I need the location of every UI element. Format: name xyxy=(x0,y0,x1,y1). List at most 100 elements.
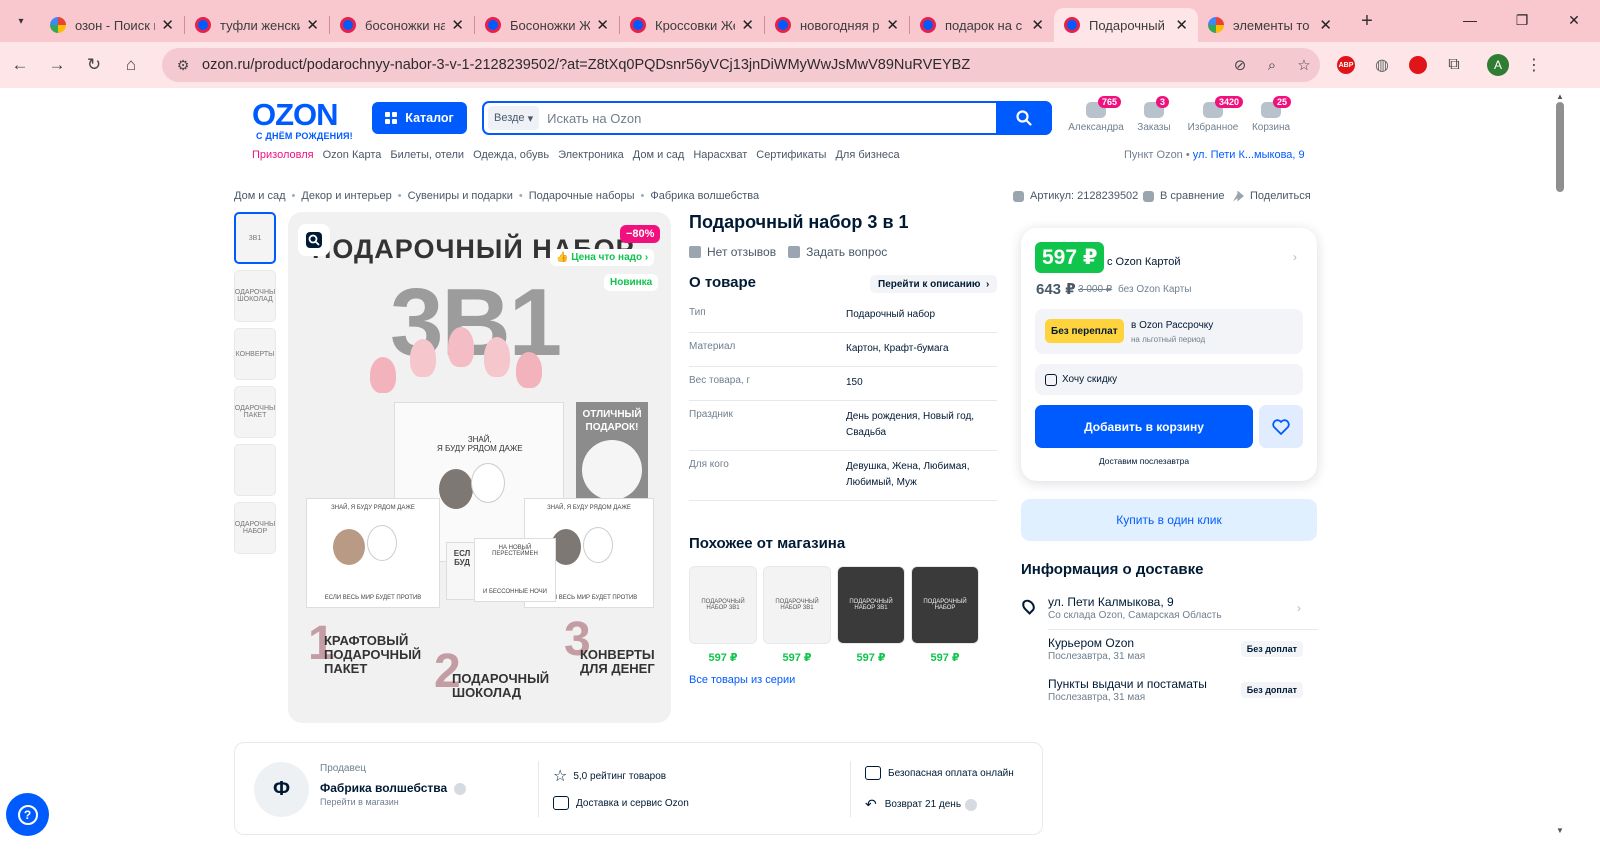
scrollbar-thumb[interactable] xyxy=(1556,102,1564,192)
close-window-icon[interactable]: ✕ xyxy=(1548,0,1600,40)
good-price-badge[interactable]: 👍 Цена что надо › xyxy=(550,249,655,266)
similar-item[interactable]: ПОДАРОЧНЫЙ НАБОР 3В1 597 ₽ xyxy=(689,566,757,664)
image-search-button[interactable] xyxy=(298,224,330,256)
tab-search-icon[interactable]: ▾ xyxy=(8,8,34,34)
search-input[interactable]: Искать на Ozon xyxy=(547,111,996,126)
browser-tab[interactable]: Босоножки Жен ✕ xyxy=(475,8,619,42)
browser-tab[interactable]: туфли женские ✕ xyxy=(185,8,329,42)
header-icon-2[interactable]: 3420 Избранное xyxy=(1183,96,1244,133)
header-icon-1[interactable]: 3 Заказы xyxy=(1124,96,1184,133)
go-to-store-link[interactable]: Перейти в магазин xyxy=(320,797,399,807)
scroll-up-icon[interactable]: ▲ xyxy=(1556,92,1564,101)
restore-icon[interactable]: ❐ xyxy=(1496,0,1548,40)
similar-item-image[interactable]: ПОДАРОЧНЫЙ НАБОР xyxy=(911,566,979,644)
adblock-icon[interactable]: ABP xyxy=(1328,47,1364,83)
browser-tab[interactable]: Кроссовки Жен ✕ xyxy=(620,8,764,42)
ozon-logo[interactable]: OZON С ДНЁМ РОЖДЕНИЯ! xyxy=(252,99,360,141)
gallery-thumbnail[interactable]: ПОДАРОЧНЫЙ НАБОР xyxy=(234,502,276,554)
menu-item[interactable]: Дом и сад xyxy=(633,149,685,161)
close-tab-icon[interactable]: ✕ xyxy=(1175,16,1188,34)
header-icon-0[interactable]: 765 Александра xyxy=(1066,96,1126,133)
similar-item-image[interactable]: ПОДАРОЧНЫЙ НАБОР 3В1 xyxy=(763,566,831,644)
help-button[interactable]: ? xyxy=(6,793,49,836)
menu-item[interactable]: Призоловля xyxy=(252,149,314,161)
main-product-image[interactable]: ПОДАРОЧНЫЙ НАБОР 3В1 −80% 👍 Цена что над… xyxy=(288,212,671,723)
close-tab-icon[interactable]: ✕ xyxy=(886,16,899,34)
breadcrumb-item[interactable]: Дом и сад xyxy=(234,190,286,202)
close-tab-icon[interactable]: ✕ xyxy=(1031,16,1044,34)
close-tab-icon[interactable]: ✕ xyxy=(306,16,319,34)
go-to-description-button[interactable]: Перейти к описанию › xyxy=(870,275,998,293)
browser-tab[interactable]: элементы то ✕ xyxy=(1198,8,1342,42)
ask-question-link[interactable]: Задать вопрос xyxy=(806,245,887,259)
breadcrumb-item[interactable]: Декор и интерьер xyxy=(301,190,391,202)
breadcrumb-item[interactable]: Сувениры и подарки xyxy=(408,190,513,202)
browser-tab[interactable]: новогодняя рас ✕ xyxy=(765,8,909,42)
delivery-pickup-row[interactable]: Пункты выдачи и постаматы Послезавтра, 3… xyxy=(1021,677,1317,703)
gallery-thumbnail[interactable] xyxy=(234,444,276,496)
browser-tab[interactable]: Подарочный на ✕ xyxy=(1054,8,1198,42)
new-tab-button[interactable]: + xyxy=(1354,10,1380,33)
similar-item[interactable]: ПОДАРОЧНЫЙ НАБОР 3В1 597 ₽ xyxy=(837,566,905,664)
minimize-icon[interactable]: — xyxy=(1444,0,1496,40)
address-bar[interactable]: ⚙ ozon.ru/product/podarochnyy-nabor-3-v-… xyxy=(162,48,1320,82)
delivery-courier-row[interactable]: Курьером Ozon Послезавтра, 31 мая Без до… xyxy=(1021,636,1317,662)
gallery-thumbnail[interactable]: 3В1 xyxy=(234,212,276,264)
reviews-link[interactable]: Нет отзывов xyxy=(707,245,776,259)
info-icon[interactable] xyxy=(965,798,978,811)
gallery-thumbnail[interactable]: ПОДАРОЧНЫЙ ШОКОЛАД xyxy=(234,270,276,322)
browser-tab[interactable]: подарок на с ✕ xyxy=(910,8,1054,42)
menu-item[interactable]: Одежда, обувь xyxy=(473,149,549,161)
close-tab-icon[interactable]: ✕ xyxy=(741,16,754,34)
menu-item[interactable]: Для бизнеса xyxy=(835,149,899,161)
favorite-button[interactable] xyxy=(1259,405,1303,448)
globe-icon[interactable]: ◍ xyxy=(1364,47,1400,83)
bookmark-star-icon[interactable]: ☆ xyxy=(1288,56,1320,74)
kebab-menu-icon[interactable]: ⋮ xyxy=(1516,47,1552,83)
reload-icon[interactable]: ↻ xyxy=(77,48,111,82)
compare-link[interactable]: В сравнение xyxy=(1143,190,1225,202)
close-tab-icon[interactable]: ✕ xyxy=(451,16,464,34)
menu-item[interactable]: Нарасхват xyxy=(693,149,747,161)
back-icon[interactable]: ← xyxy=(3,48,37,82)
close-tab-icon[interactable]: ✕ xyxy=(596,16,609,34)
search-scope-select[interactable]: Везде ▾ xyxy=(488,106,540,130)
search-button[interactable] xyxy=(996,101,1052,135)
profile-avatar[interactable]: A xyxy=(1480,47,1516,83)
seller-name[interactable]: Фабрика волшебства xyxy=(320,781,467,795)
puzzle-icon[interactable]: ⧉ xyxy=(1436,47,1472,83)
share-link[interactable]: Поделиться xyxy=(1233,190,1311,202)
browser-tab[interactable]: босоножки на ✕ xyxy=(330,8,474,42)
pickup-point[interactable]: Пункт Ozon • ул. Пети К...мыкова, 9 xyxy=(1124,149,1305,161)
delivery-address-row[interactable]: ул. Пети Калмыкова, 9 Со склада Ozon, Са… xyxy=(1019,595,1317,621)
menu-item[interactable]: Сертификаты xyxy=(756,149,826,161)
page-scrollbar[interactable]: ▲ ▼ xyxy=(1552,88,1568,858)
site-info-icon[interactable]: ⚙ xyxy=(168,57,198,74)
home-icon[interactable]: ⌂ xyxy=(114,48,148,82)
scroll-down-icon[interactable]: ▼ xyxy=(1556,826,1564,835)
similar-item-image[interactable]: ПОДАРОЧНЫЙ НАБОР 3В1 xyxy=(837,566,905,644)
sku-info[interactable]: Артикул: 2128239502 xyxy=(1013,190,1138,202)
installment-block[interactable]: Без переплат в Ozon Рассрочку на льготны… xyxy=(1035,309,1303,354)
add-to-cart-button[interactable]: Добавить в корзину xyxy=(1035,405,1253,448)
gallery-thumbnail[interactable]: ПОДАРОЧНЫЙ ПАКЕТ xyxy=(234,386,276,438)
menu-item[interactable]: Ozon Карта xyxy=(323,149,382,161)
url-text[interactable]: ozon.ru/product/podarochnyy-nabor-3-v-1-… xyxy=(202,57,1224,73)
want-discount-button[interactable]: Хочу скидку xyxy=(1035,364,1303,395)
forward-icon[interactable]: → xyxy=(40,48,74,82)
menu-item[interactable]: Электроника xyxy=(558,149,624,161)
gallery-thumbnail[interactable]: КОНВЕРТЫ xyxy=(234,328,276,380)
browser-tab[interactable]: озон - Поиск в ✕ xyxy=(40,8,184,42)
menu-item[interactable]: Билеты, отели xyxy=(390,149,464,161)
stop-hand-icon[interactable] xyxy=(1400,47,1436,83)
breadcrumb-item[interactable]: Фабрика волшебства xyxy=(650,190,759,202)
info-icon[interactable] xyxy=(454,782,467,795)
close-tab-icon[interactable]: ✕ xyxy=(161,16,174,34)
zoom-icon[interactable]: ⌕ xyxy=(1256,57,1288,74)
breadcrumb-item[interactable]: Подарочные наборы xyxy=(529,190,635,202)
eye-off-icon[interactable]: ⊘ xyxy=(1224,56,1256,74)
chevron-right-icon[interactable]: › xyxy=(1293,250,1297,264)
similar-item[interactable]: ПОДАРОЧНЫЙ НАБОР 597 ₽ xyxy=(911,566,979,664)
close-tab-icon[interactable]: ✕ xyxy=(1319,16,1332,34)
all-series-link[interactable]: Все товары из серии xyxy=(689,674,795,686)
